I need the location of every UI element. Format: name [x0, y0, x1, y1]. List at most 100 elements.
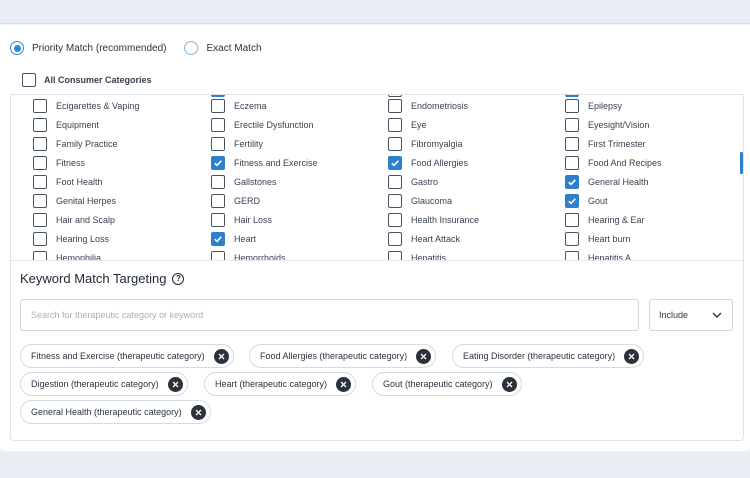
- category-checkbox[interactable]: [565, 250, 579, 260]
- category-item[interactable]: Hemophilia: [33, 248, 101, 260]
- category-item[interactable]: Ecigarettes & Vaping: [33, 96, 139, 115]
- close-icon[interactable]: [336, 376, 352, 392]
- exact-match-radio[interactable]: [184, 41, 199, 55]
- category-checkbox[interactable]: [565, 193, 579, 208]
- category-label[interactable]: Heart Attack: [411, 234, 460, 244]
- all-categories-row[interactable]: All Consumer Categories: [22, 72, 152, 88]
- category-item[interactable]: Gallstones: [211, 172, 277, 191]
- category-label[interactable]: Erectile Dysfunction: [234, 120, 314, 130]
- category-label[interactable]: Ecigarettes & Vaping: [56, 101, 139, 111]
- help-circle-icon[interactable]: ?: [172, 272, 185, 285]
- category-checkbox[interactable]: [565, 231, 579, 246]
- category-checkbox[interactable]: [565, 212, 579, 227]
- category-checkbox[interactable]: [33, 250, 47, 260]
- category-item[interactable]: Health Insurance: [388, 210, 479, 229]
- close-icon[interactable]: [501, 376, 517, 392]
- category-checkbox[interactable]: [211, 231, 225, 246]
- category-checkbox[interactable]: [211, 136, 225, 151]
- keyword-search-input[interactable]: [20, 299, 639, 331]
- category-item[interactable]: Fitness and Exercise: [211, 153, 318, 172]
- category-label[interactable]: Hair and Scalp: [56, 215, 115, 225]
- category-checkbox[interactable]: [211, 174, 225, 189]
- category-item[interactable]: Equipment: [33, 115, 99, 134]
- category-label[interactable]: Food And Recipes: [588, 158, 662, 168]
- category-checkbox[interactable]: [565, 155, 579, 170]
- category-checkbox[interactable]: [33, 193, 47, 208]
- category-item[interactable]: Hemorrhoids: [211, 248, 286, 260]
- category-item[interactable]: Endometriosis: [388, 96, 468, 115]
- category-label[interactable]: Glaucoma: [411, 196, 452, 206]
- category-label[interactable]: Fitness: [56, 158, 85, 168]
- category-checkbox[interactable]: [388, 174, 402, 189]
- category-label[interactable]: First Trimester: [588, 139, 646, 149]
- category-item[interactable]: First Trimester: [565, 134, 646, 153]
- category-label[interactable]: Gallstones: [234, 177, 277, 187]
- category-item[interactable]: Eczema: [211, 96, 267, 115]
- exact-match-label[interactable]: Exact Match: [206, 43, 261, 54]
- priority-match-label[interactable]: Priority Match (recommended): [32, 43, 166, 54]
- category-label[interactable]: Hepatitis A: [588, 253, 631, 261]
- category-label[interactable]: General Health: [588, 177, 649, 187]
- category-label[interactable]: Gout: [588, 196, 608, 206]
- category-label[interactable]: Hair Loss: [234, 215, 272, 225]
- category-label[interactable]: Heart burn: [588, 234, 631, 244]
- category-label[interactable]: Hearing & Ear: [588, 215, 645, 225]
- category-item[interactable]: Gastro: [388, 172, 438, 191]
- category-item[interactable]: GERD: [211, 191, 260, 210]
- category-checkbox[interactable]: [565, 98, 579, 113]
- category-item[interactable]: Fitness: [33, 153, 85, 172]
- category-label[interactable]: Fertility: [234, 139, 263, 149]
- category-label[interactable]: Eye: [411, 120, 427, 130]
- category-item[interactable]: Heart Attack: [388, 229, 460, 248]
- category-item[interactable]: Glaucoma: [388, 191, 452, 210]
- category-checkbox[interactable]: [388, 117, 402, 132]
- priority-match-radio[interactable]: [10, 41, 24, 55]
- close-icon[interactable]: [213, 348, 229, 364]
- category-checkbox[interactable]: [388, 193, 402, 208]
- category-checkbox[interactable]: [33, 174, 47, 189]
- category-label[interactable]: Genital Herpes: [56, 196, 116, 206]
- category-item[interactable]: Hearing Loss: [33, 229, 109, 248]
- category-checkbox[interactable]: [565, 174, 579, 189]
- category-checkbox[interactable]: [388, 212, 402, 227]
- include-exclude-select[interactable]: Include: [649, 299, 733, 331]
- category-checkbox[interactable]: [388, 231, 402, 246]
- category-item[interactable]: Hepatitis: [388, 248, 446, 260]
- category-label[interactable]: Family Practice: [56, 139, 118, 149]
- category-label[interactable]: GERD: [234, 196, 260, 206]
- category-checkbox[interactable]: [33, 212, 47, 227]
- category-list-scrollbar[interactable]: [740, 152, 743, 174]
- close-icon[interactable]: [190, 404, 206, 420]
- close-icon[interactable]: [416, 348, 432, 364]
- category-label[interactable]: Food Allergies: [411, 158, 468, 168]
- category-item[interactable]: Hair and Scalp: [33, 210, 115, 229]
- category-label[interactable]: Epilepsy: [588, 101, 622, 111]
- category-checkbox[interactable]: [33, 155, 47, 170]
- category-checkbox[interactable]: [211, 117, 225, 132]
- category-checkbox[interactable]: [211, 212, 225, 227]
- category-item[interactable]: Heart burn: [565, 229, 631, 248]
- category-checkbox[interactable]: [388, 250, 402, 260]
- category-label[interactable]: Eczema: [234, 101, 267, 111]
- category-label[interactable]: Fitness and Exercise: [234, 158, 318, 168]
- category-label[interactable]: Hemophilia: [56, 253, 101, 261]
- category-checkbox[interactable]: [33, 136, 47, 151]
- category-item[interactable]: Genital Herpes: [33, 191, 116, 210]
- category-label[interactable]: Endometriosis: [411, 101, 468, 111]
- all-categories-label[interactable]: All Consumer Categories: [44, 75, 152, 85]
- category-item[interactable]: Erectile Dysfunction: [211, 115, 314, 134]
- category-label[interactable]: Equipment: [56, 120, 99, 130]
- close-icon[interactable]: [167, 376, 183, 392]
- category-label[interactable]: Eyesight/Vision: [588, 120, 649, 130]
- category-checkbox[interactable]: [388, 155, 402, 170]
- category-item[interactable]: Epilepsy: [565, 96, 622, 115]
- category-item[interactable]: Gout: [565, 191, 608, 210]
- category-checkbox-partial[interactable]: [565, 95, 579, 97]
- category-checkbox[interactable]: [33, 117, 47, 132]
- category-checkbox-partial[interactable]: [388, 95, 402, 97]
- category-item[interactable]: Hepatitis A: [565, 248, 631, 260]
- category-item[interactable]: Family Practice: [33, 134, 118, 153]
- category-checkbox-partial[interactable]: [211, 95, 225, 97]
- category-list[interactable]: Ecigarettes & Vaping Equipment Family Prac…: [10, 94, 744, 260]
- category-item[interactable]: Fibromyalgia: [388, 134, 463, 153]
